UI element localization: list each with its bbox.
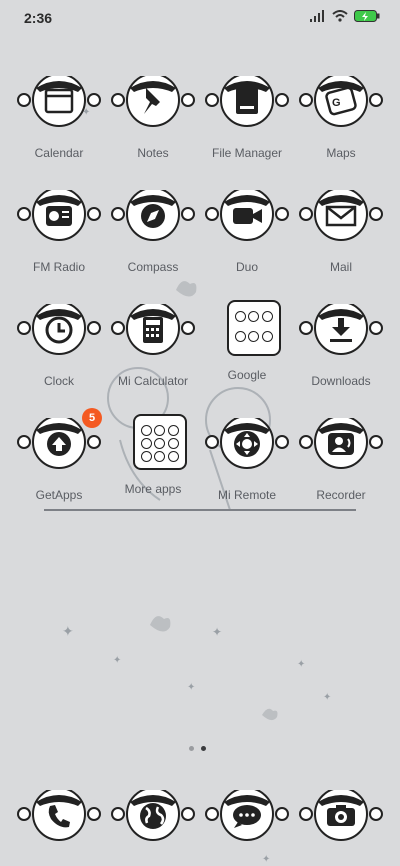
video-camera-icon	[200, 190, 294, 254]
app-clock[interactable]: Clock	[12, 304, 106, 388]
svg-text:✦: ✦	[62, 623, 74, 639]
app-mi-remote[interactable]: Mi Remote	[200, 418, 294, 502]
app-label: Maps	[326, 146, 356, 160]
map-glyph: G	[299, 76, 383, 127]
compass-icon	[106, 190, 200, 254]
app-label: Recorder	[316, 488, 366, 502]
mail-glyph	[299, 190, 383, 241]
app-mail[interactable]: Mail	[294, 190, 388, 274]
app-mi-calculator[interactable]: Mi Calculator	[106, 304, 200, 388]
calendar-glyph	[17, 76, 101, 127]
phone-icon	[12, 790, 106, 854]
signal-icon	[310, 10, 324, 22]
radio-glyph	[17, 190, 101, 241]
app-recorder[interactable]: Recorder	[294, 418, 388, 502]
folder-box	[227, 300, 281, 356]
upload-icon: 5	[12, 408, 106, 482]
app-label: Notes	[137, 146, 169, 160]
app-label: Clock	[43, 374, 74, 388]
status-time: 2:36	[24, 10, 53, 26]
globe-glyph	[111, 790, 195, 841]
calculator-icon	[106, 304, 200, 368]
folder-box	[133, 414, 187, 470]
svg-text:✦: ✦	[323, 692, 331, 703]
app-fm-radio[interactable]: FM Radio	[12, 190, 106, 274]
remote-icon	[200, 418, 294, 482]
folder-grid-icon	[106, 412, 200, 476]
recorder-glyph	[299, 418, 383, 469]
clock-icon	[12, 304, 106, 368]
dock-browser[interactable]	[106, 790, 200, 854]
app-label: File Manager	[211, 146, 283, 160]
page-dot-active[interactable]	[201, 746, 206, 751]
app-maps[interactable]: G Maps	[294, 76, 388, 160]
app-label: Mi Calculator	[117, 374, 189, 388]
folder-google[interactable]: Google	[200, 298, 294, 382]
calendar-icon	[12, 76, 106, 140]
status-icons	[310, 10, 380, 22]
app-label: Duo	[235, 260, 258, 274]
microphone-person-icon	[294, 418, 388, 482]
page-dot[interactable]	[189, 746, 194, 751]
app-file-manager[interactable]: File Manager	[200, 76, 294, 160]
notification-badge: 5	[82, 408, 102, 428]
svg-text:G: G	[332, 97, 341, 109]
app-calendar[interactable]: Calendar	[12, 76, 106, 160]
file-glyph	[205, 76, 289, 127]
phone-glyph	[17, 790, 101, 841]
globe-icon	[106, 790, 200, 854]
duo-glyph	[205, 190, 289, 241]
folder-preview-grid	[141, 425, 179, 462]
chat-icon	[200, 790, 294, 854]
svg-text:✦: ✦	[212, 625, 222, 639]
app-label: Compass	[127, 260, 179, 274]
folder-more-apps[interactable]: More apps	[106, 412, 200, 496]
status-bar: 2:36	[0, 0, 400, 36]
app-label: Downloads	[311, 374, 371, 388]
svg-text:✦: ✦	[187, 682, 195, 693]
app-notes[interactable]: Notes	[106, 76, 200, 160]
clock-glyph	[17, 304, 101, 355]
app-label: FM Radio	[32, 260, 85, 274]
envelope-icon	[294, 190, 388, 254]
app-label: Calendar	[34, 146, 84, 160]
download-glyph	[299, 304, 383, 355]
remote-glyph	[205, 418, 289, 469]
dock-camera[interactable]	[294, 790, 388, 854]
app-getapps[interactable]: 5 GetApps	[12, 408, 106, 502]
app-label: Mi Remote	[217, 488, 276, 502]
chat-glyph	[205, 790, 289, 841]
radio-icon	[12, 190, 106, 254]
dock-phone[interactable]	[12, 790, 106, 854]
app-label: Google	[227, 368, 267, 382]
app-downloads[interactable]: Downloads	[294, 304, 388, 388]
map-icon: G	[294, 76, 388, 140]
app-label: Mail	[329, 260, 352, 274]
svg-text:✦: ✦	[262, 854, 270, 865]
app-label: GetApps	[35, 488, 83, 502]
app-label: More apps	[124, 482, 182, 496]
download-icon	[294, 304, 388, 368]
compass-glyph	[111, 190, 195, 241]
svg-text:✦: ✦	[113, 655, 121, 666]
calculator-glyph	[111, 304, 195, 355]
folder-icon	[200, 76, 294, 140]
svg-text:✦: ✦	[297, 659, 305, 670]
camera-icon	[294, 790, 388, 854]
folder-grid-icon	[200, 298, 294, 362]
battery-charging-icon	[354, 10, 380, 22]
wifi-icon	[332, 10, 348, 22]
camera-glyph	[299, 790, 383, 841]
app-compass[interactable]: Compass	[106, 190, 200, 274]
app-duo[interactable]: Duo	[200, 190, 294, 274]
pin-glyph	[111, 76, 195, 127]
pin-icon	[106, 76, 200, 140]
page-indicator[interactable]	[189, 746, 206, 751]
folder-preview-grid	[235, 311, 273, 348]
dock-messages[interactable]	[200, 790, 294, 854]
